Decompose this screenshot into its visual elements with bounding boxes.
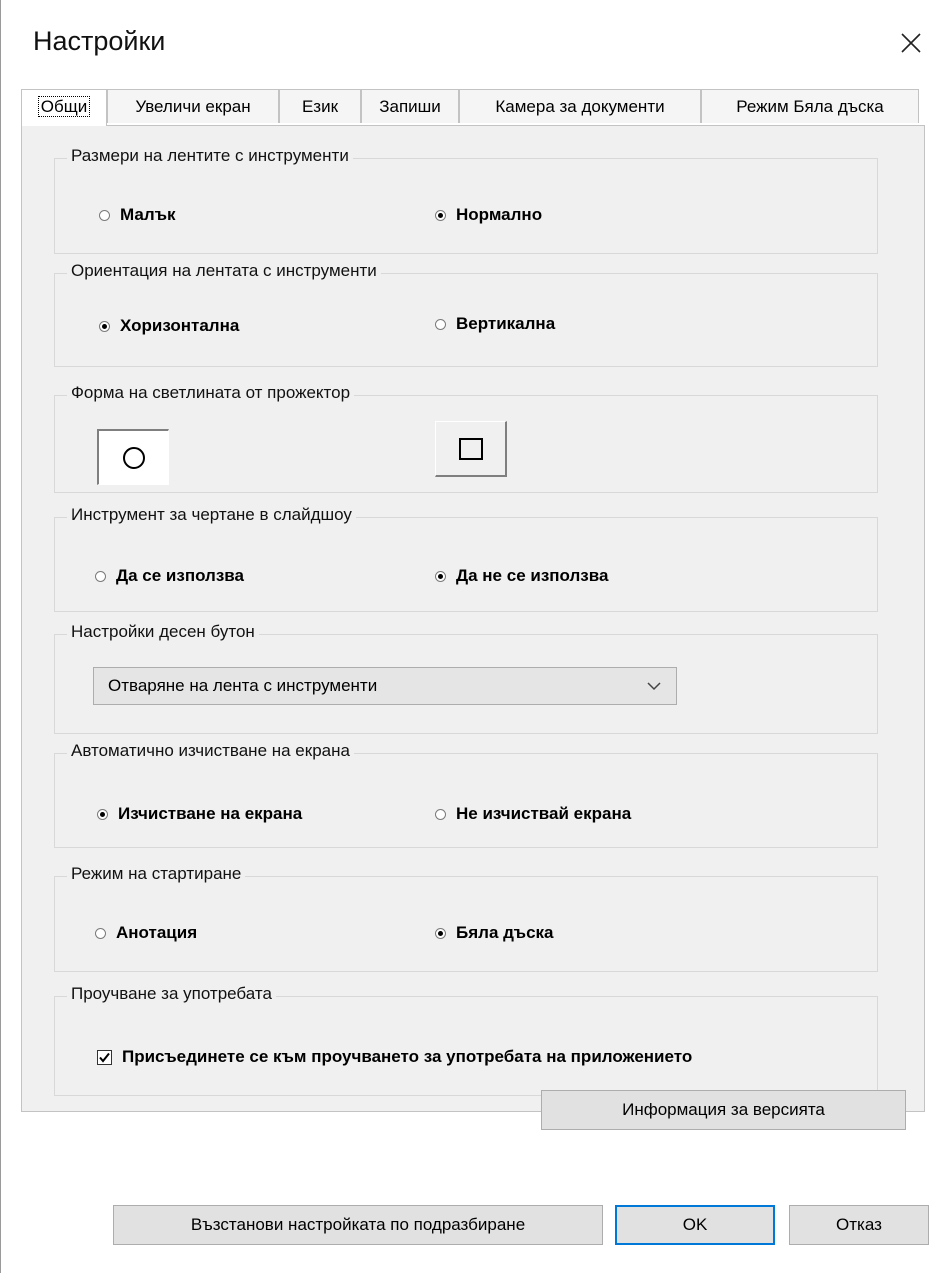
- radio-small[interactable]: Малък: [99, 205, 176, 225]
- checkbox-label: Присъединете се към проучването за употр…: [122, 1047, 693, 1066]
- group-startup-mode: Режим на стартиране Анотация Бяла дъска: [54, 864, 878, 972]
- tab-whiteboard-mode[interactable]: Режим Бяла дъска: [701, 89, 919, 123]
- group-auto-clear: Автоматично изчистване на екрана Изчиств…: [54, 741, 878, 848]
- radio-indicator[interactable]: [435, 808, 446, 820]
- spotlight-square-button[interactable]: [435, 421, 507, 477]
- version-info-button[interactable]: Информация за версията: [541, 1090, 906, 1130]
- tab-record[interactable]: Запиши: [361, 89, 459, 123]
- radio-indicator[interactable]: [95, 570, 106, 582]
- close-icon[interactable]: [894, 26, 928, 60]
- tab-strip: Общи Увеличи екран Език Запиши Камера за…: [21, 89, 921, 126]
- checkmark-icon: [99, 1052, 110, 1063]
- radio-label: Да не се използва: [456, 566, 609, 585]
- radio-label: Не изчиствай екрана: [456, 804, 632, 823]
- radio-indicator[interactable]: [99, 320, 110, 332]
- radio-horizontal[interactable]: Хоризонтална: [99, 316, 239, 336]
- radio-whiteboard[interactable]: Бяла дъска: [435, 923, 554, 943]
- radio-indicator[interactable]: [435, 209, 446, 221]
- tab-general[interactable]: Общи: [21, 89, 107, 126]
- usage-study-checkbox[interactable]: Присъединете се към проучването за употр…: [97, 1047, 692, 1067]
- group-label: Размери на лентите с инструменти: [67, 146, 353, 166]
- ok-button[interactable]: OK: [615, 1205, 775, 1245]
- group-toolbar-orientation: Ориентация на лентата с инструменти Хори…: [54, 261, 878, 367]
- radio-dont-clear-screen[interactable]: Не изчиствай екрана: [435, 804, 631, 824]
- group-label: Проучване за употребата: [67, 984, 276, 1004]
- group-label: Инструмент за чертане в слайдшоу: [67, 505, 356, 525]
- tab-magnifier[interactable]: Увеличи екран: [107, 89, 279, 123]
- radio-label: Анотация: [116, 923, 198, 942]
- circle-icon: [122, 446, 145, 469]
- radio-indicator[interactable]: [97, 808, 108, 820]
- group-toolbar-size: Размери на лентите с инструменти Малък Н…: [54, 146, 878, 254]
- radio-use[interactable]: Да се използва: [95, 566, 244, 586]
- radio-label: Изчистване на екрана: [118, 804, 303, 823]
- group-label: Режим на стартиране: [67, 864, 246, 884]
- radio-dont-use[interactable]: Да не се използва: [435, 566, 608, 586]
- radio-indicator[interactable]: [435, 927, 446, 939]
- group-label: Ориентация на лентата с инструменти: [67, 261, 381, 281]
- dialog-title: Настройки: [33, 26, 166, 56]
- group-label: Настройки десен бутон: [67, 622, 259, 642]
- radio-label: Малък: [120, 205, 176, 224]
- group-label: Автоматично изчистване на екрана: [67, 741, 354, 761]
- group-right-button: Настройки десен бутон Отваряне на лента …: [54, 622, 878, 734]
- radio-indicator[interactable]: [435, 318, 446, 330]
- tab-panel-general: Размери на лентите с инструменти Малък Н…: [21, 125, 925, 1112]
- radio-normal[interactable]: Нормално: [435, 205, 542, 225]
- radio-label: Вертикална: [456, 314, 556, 333]
- tab-document-camera[interactable]: Камера за документи: [459, 89, 701, 123]
- radio-indicator[interactable]: [99, 209, 110, 221]
- radio-label: Бяла дъска: [456, 923, 554, 942]
- square-icon: [458, 437, 483, 460]
- right-button-select[interactable]: Отваряне на лента с инструменти: [93, 667, 677, 705]
- chevron-down-icon: [647, 682, 661, 691]
- restore-defaults-button[interactable]: Възстанови настройката по подразбиране: [113, 1205, 603, 1245]
- spotlight-circle-button[interactable]: [97, 429, 169, 485]
- radio-vertical[interactable]: Вертикална: [435, 314, 555, 334]
- radio-clear-screen[interactable]: Изчистване на екрана: [97, 804, 302, 824]
- group-spotlight-shape: Форма на светлината от прожектор: [54, 383, 878, 493]
- tab-language[interactable]: Език: [279, 89, 361, 123]
- settings-dialog: Настройки Общи Увеличи екран Език Запиши…: [0, 0, 935, 1273]
- select-value: Отваряне на лента с инструменти: [108, 676, 378, 695]
- group-label: Форма на светлината от прожектор: [67, 383, 355, 403]
- radio-annotation[interactable]: Анотация: [95, 923, 197, 943]
- radio-label: Хоризонтална: [120, 316, 240, 335]
- group-usage-study: Проучване за употребата Присъединете се …: [54, 984, 878, 1096]
- radio-indicator[interactable]: [95, 927, 106, 939]
- cancel-button[interactable]: Отказ: [789, 1205, 929, 1245]
- checkbox-indicator[interactable]: [97, 1049, 112, 1065]
- radio-label: Нормално: [456, 205, 543, 224]
- group-slideshow-drawing: Инструмент за чертане в слайдшоу Да се и…: [54, 505, 878, 612]
- radio-indicator[interactable]: [435, 570, 446, 582]
- radio-label: Да се използва: [116, 566, 244, 585]
